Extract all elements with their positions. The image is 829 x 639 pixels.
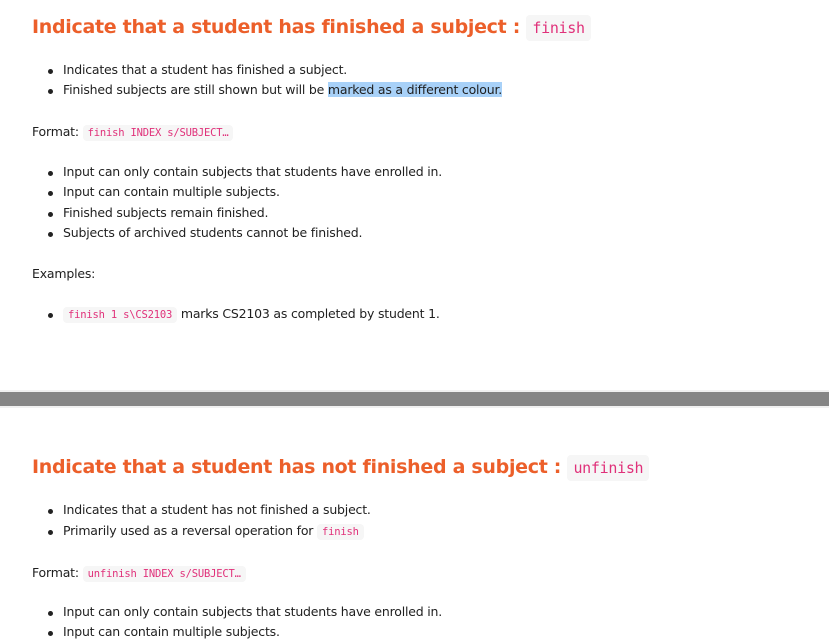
- inline-code: finish: [317, 524, 364, 540]
- format-code: finish INDEX s/SUBJECT…: [82, 125, 234, 141]
- page-divider: [0, 390, 829, 408]
- list-item: Subjects of archived students cannot be …: [47, 225, 363, 240]
- list-item: Input can contain multiple subjects.: [48, 624, 280, 639]
- command-code: unfinish: [567, 455, 650, 481]
- example-text: marks CS2103 as completed by student 1.: [180, 306, 440, 321]
- list-item: Finished subjects remain finished.: [47, 205, 269, 220]
- examples-label: Examples:: [32, 266, 96, 281]
- list-item: Input can contain multiple subjects.: [48, 184, 280, 199]
- format-line: Format: unfinish INDEX s/SUBJECT…: [32, 565, 246, 582]
- list-item: Input can only contain subjects that stu…: [47, 164, 443, 179]
- heading-text: Indicate that a student has not finished…: [32, 456, 562, 478]
- format-line: Format: finish INDEX s/SUBJECT…: [32, 124, 234, 141]
- list-item: Indicates that a student has not finishe…: [48, 502, 371, 517]
- list-item: Finished subjects are still shown but wi…: [47, 82, 503, 97]
- selected-text: marked as a different colour.: [327, 82, 503, 97]
- section-heading-finish: Indicate that a student has finished a s…: [32, 15, 591, 41]
- text: Primarily used as a reversal operation f…: [63, 523, 314, 538]
- format-code: unfinish INDEX s/SUBJECT…: [82, 566, 246, 582]
- example-item: finish 1 s\CS2103 marks CS2103 as comple…: [48, 306, 440, 323]
- text: Finished subjects are still shown but wi…: [63, 82, 328, 97]
- list-item: Indicates that a student has finished a …: [47, 62, 348, 77]
- command-code: finish: [526, 15, 591, 41]
- format-label: Format:: [32, 124, 79, 139]
- list-item: Input can only contain subjects that stu…: [47, 604, 443, 619]
- example-code: finish 1 s\CS2103: [63, 307, 178, 323]
- section-heading-unfinish: Indicate that a student has not finished…: [32, 455, 650, 481]
- heading-text: Indicate that a student has finished a s…: [32, 16, 521, 38]
- format-label: Format:: [32, 565, 79, 580]
- list-item: Primarily used as a reversal operation f…: [48, 523, 364, 540]
